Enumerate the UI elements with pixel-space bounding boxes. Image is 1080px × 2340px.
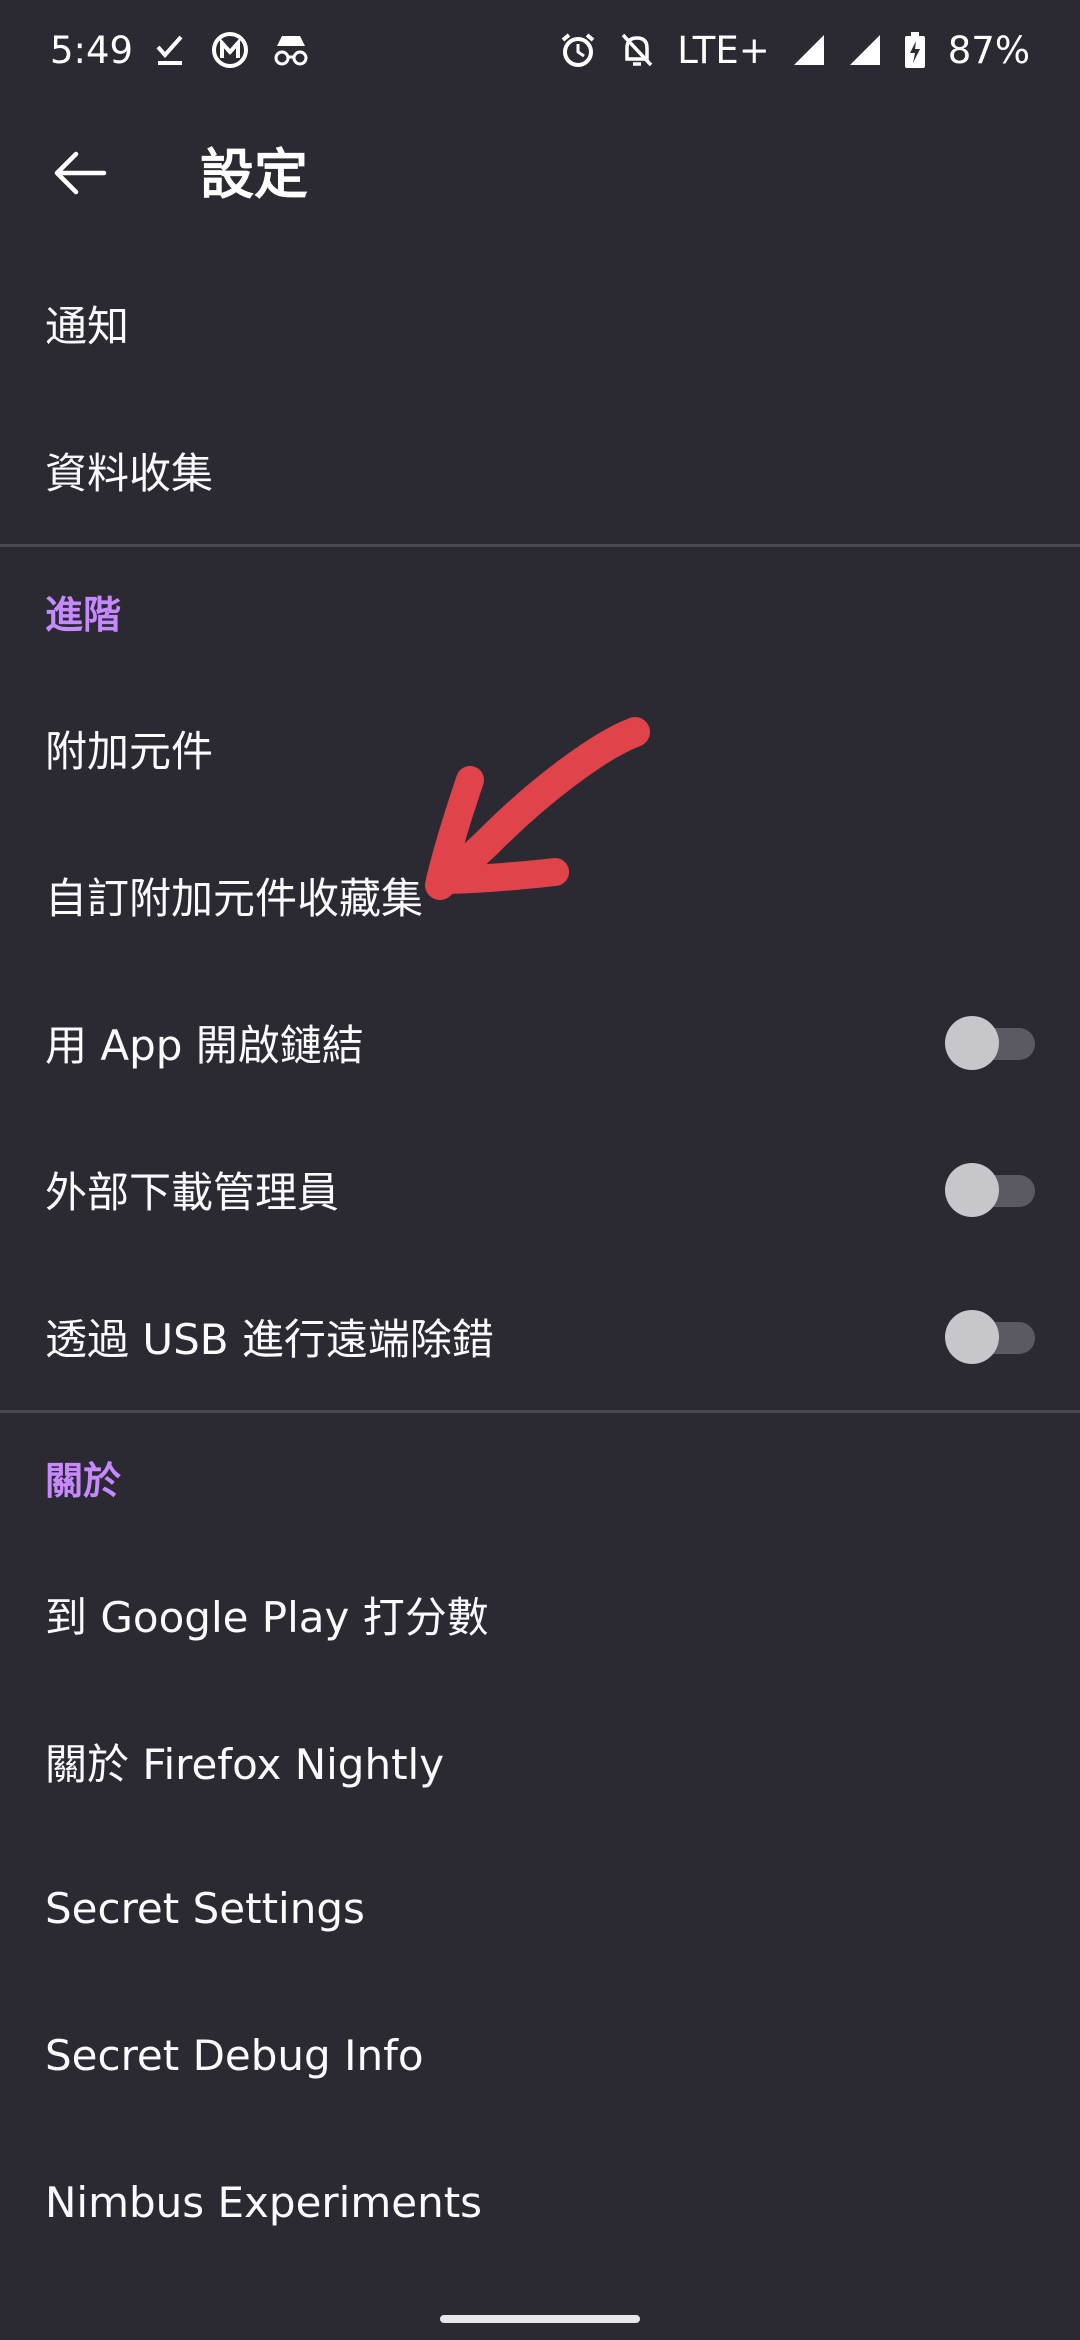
data-collection-item[interactable]: 資料收集: [0, 397, 1080, 544]
section-header-advanced: 進階: [45, 592, 122, 637]
custom-addon-collection-item[interactable]: 自訂附加元件收藏集: [0, 822, 1080, 969]
check-download-icon: [155, 33, 189, 67]
section-header-about: 關於: [45, 1458, 122, 1503]
incognito-icon: [271, 32, 311, 68]
arrow-left-icon: [52, 149, 108, 201]
notifications-label: 通知: [45, 302, 130, 351]
about-firefox-nightly-item[interactable]: 關於 Firefox Nightly: [0, 1688, 1080, 1835]
settings-screen: 5:49 LTE+ 87% 設定 通知 資料收集 進階 附加元件 自訂附加元件收…: [0, 0, 1080, 2340]
remote-debugging-label: 透過 USB 進行遠端除錯: [45, 1315, 494, 1364]
toggle-thumb: [945, 1015, 999, 1070]
settings-list: 通知 資料收集 進階 附加元件 自訂附加元件收藏集 用 App 開啟鏈結 外部下…: [0, 250, 1080, 2276]
battery-charging-icon: [904, 31, 926, 69]
external-download-manager-toggle[interactable]: [945, 1162, 1035, 1218]
custom-addon-collection-label: 自訂附加元件收藏集: [45, 874, 424, 923]
open-links-in-apps-item[interactable]: 用 App 開啟鏈結: [0, 969, 1080, 1116]
addons-label: 附加元件: [45, 727, 214, 776]
remote-debugging-item[interactable]: 透過 USB 進行遠端除錯: [0, 1263, 1080, 1410]
signal-icon: [792, 33, 826, 67]
remote-debugging-toggle[interactable]: [945, 1309, 1035, 1365]
page-title: 設定: [200, 143, 308, 206]
network-type: LTE+: [677, 28, 770, 72]
external-download-manager-label: 外部下載管理員: [45, 1168, 340, 1217]
app-bar: 設定: [0, 100, 1080, 250]
m-app-icon: [211, 31, 249, 69]
gesture-nav-bar[interactable]: [440, 2315, 640, 2323]
battery-percentage: 87%: [947, 28, 1030, 72]
about-firefox-nightly-label: 關於 Firefox Nightly: [45, 1740, 445, 1789]
secret-settings-item[interactable]: Secret Settings: [0, 1835, 1080, 1982]
data-collection-label: 資料收集: [45, 449, 214, 498]
rate-on-google-play-item[interactable]: 到 Google Play 打分數: [0, 1541, 1080, 1688]
secret-debug-info-item[interactable]: Secret Debug Info: [0, 1982, 1080, 2129]
nimbus-experiments-item[interactable]: Nimbus Experiments: [0, 2129, 1080, 2276]
toggle-thumb: [945, 1309, 999, 1364]
mute-bell-icon: [619, 31, 655, 69]
open-links-in-apps-toggle[interactable]: [945, 1015, 1035, 1071]
clock: 5:49: [50, 28, 134, 72]
external-download-manager-item[interactable]: 外部下載管理員: [0, 1116, 1080, 1263]
secret-debug-info-label: Secret Debug Info: [45, 2031, 424, 2080]
open-links-in-apps-label: 用 App 開啟鏈結: [45, 1021, 364, 1070]
status-bar-left: 5:49: [50, 29, 311, 72]
notifications-item[interactable]: 通知: [0, 250, 1080, 397]
status-bar: 5:49 LTE+ 87%: [0, 0, 1080, 100]
back-button[interactable]: [30, 125, 130, 225]
status-bar-right: LTE+ 87%: [559, 29, 1030, 72]
rate-on-google-play-label: 到 Google Play 打分數: [45, 1593, 489, 1642]
nimbus-experiments-label: Nimbus Experiments: [45, 2178, 483, 2227]
alarm-icon: [559, 31, 597, 69]
toggle-thumb: [945, 1162, 999, 1217]
addons-item[interactable]: 附加元件: [0, 675, 1080, 822]
signal-icon: [848, 33, 882, 67]
secret-settings-label: Secret Settings: [45, 1884, 365, 1933]
